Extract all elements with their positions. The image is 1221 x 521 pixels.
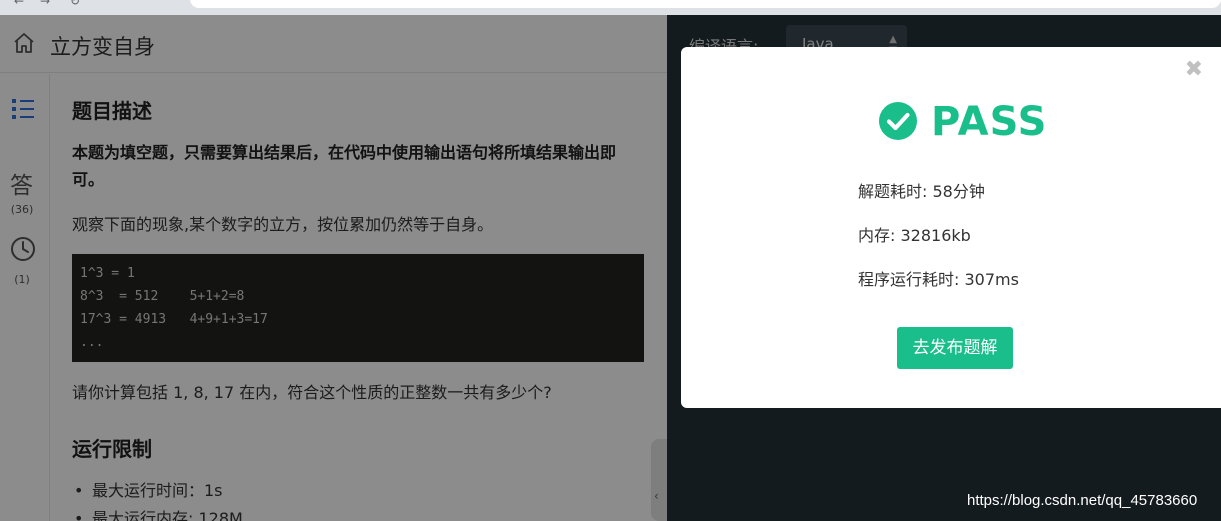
forward-icon[interactable]: → [40,0,50,8]
check-circle-icon [879,102,917,140]
memory-usage: 内存: 32816kb [858,226,971,245]
back-icon[interactable]: ← [14,0,24,8]
close-icon[interactable]: ✖ [1185,57,1203,82]
browser-toolbar: ← → ↻ [0,0,1221,15]
result-modal: ✖ PASS 解题耗时: 58分钟 内存: 32816kb 程序运行耗时: 30… [681,47,1221,408]
address-bar[interactable] [190,0,1221,8]
run-time: 程序运行耗时: 307ms [858,270,1019,289]
reload-icon[interactable]: ↻ [70,0,80,8]
publish-solution-button[interactable]: 去发布题解 [897,327,1013,369]
status-text: PASS [931,99,1048,145]
solve-time: 解题耗时: 58分钟 [858,182,985,201]
watermark: https://blog.csdn.net/qq_45783660 [967,492,1198,509]
